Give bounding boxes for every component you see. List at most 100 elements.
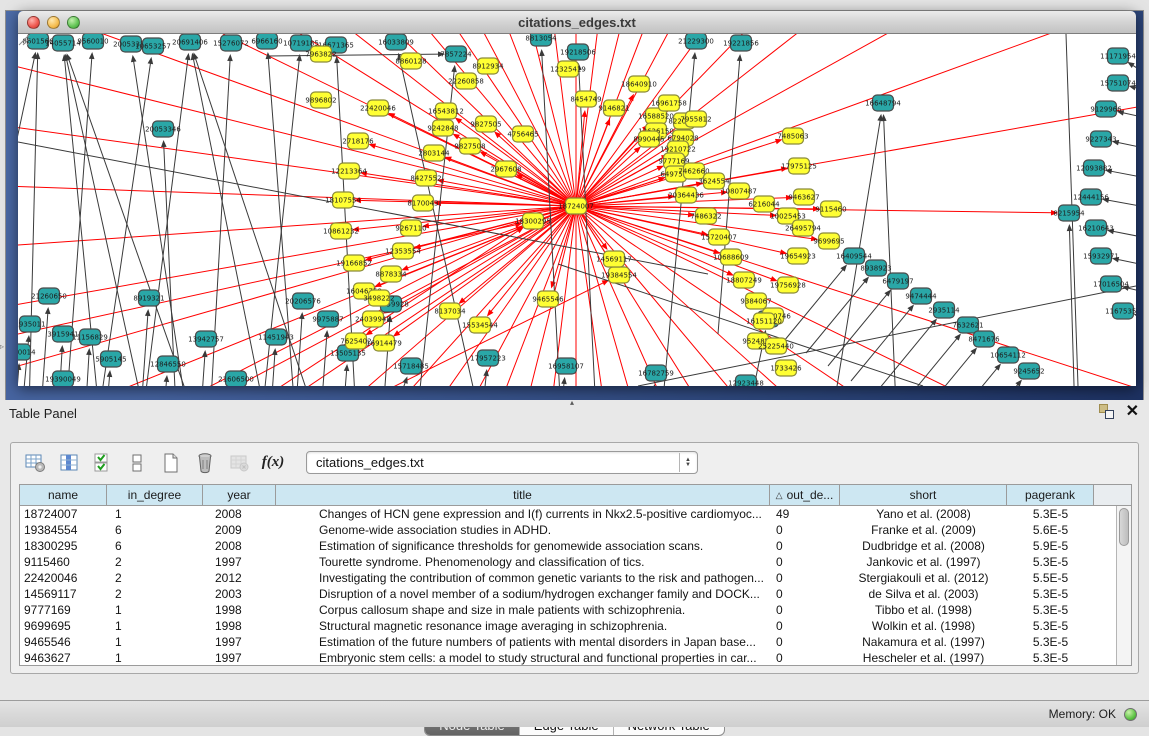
graph-node[interactable]: 17016504: [1093, 276, 1129, 292]
column-header-out_degree[interactable]: △out_de...: [770, 485, 840, 505]
graph-node[interactable]: 19654923: [780, 248, 816, 264]
table-row[interactable]: 2242004622012Investigating the contribut…: [20, 570, 1131, 586]
graph-node[interactable]: 17975125: [781, 158, 817, 174]
graph-node[interactable]: 8912934: [472, 58, 504, 74]
graph-node[interactable]: 9384067: [740, 293, 771, 309]
network-window[interactable]: citations_edges.txt 86015661405571495600…: [18, 11, 1136, 386]
column-header-year[interactable]: year: [203, 485, 276, 505]
graph-node[interactable]: 10688609: [713, 249, 749, 265]
graph-node[interactable]: 8813054: [525, 34, 557, 46]
network-canvas[interactable]: 8601566140557149560010200533171065325720…: [18, 34, 1136, 386]
column-header-short[interactable]: short: [840, 485, 1007, 505]
delete-table-button[interactable]: [224, 449, 254, 477]
table-mode-button[interactable]: [20, 449, 50, 477]
graph-node[interactable]: 9227343: [1085, 131, 1116, 147]
graph-node[interactable]: 21606500: [218, 371, 254, 386]
graph-node[interactable]: 9560010: [77, 34, 108, 49]
graph-node[interactable]: 8170043: [407, 195, 438, 211]
table-row[interactable]: 911546021997Tourette syndrome. Phenomeno…: [20, 554, 1131, 570]
graph-node[interactable]: 18107554: [325, 192, 361, 208]
graph-node[interactable]: 1935011: [18, 316, 46, 332]
new-column-button[interactable]: [156, 449, 186, 477]
graph-node[interactable]: 24039948: [355, 311, 391, 327]
delete-columns-button[interactable]: [190, 449, 220, 477]
graph-node[interactable]: 19390049: [45, 371, 81, 386]
graph-node[interactable]: 11171954: [1100, 48, 1136, 64]
table-row[interactable]: 969969511998Structural magnetic resonanc…: [20, 618, 1131, 634]
graph-node[interactable]: 20206576: [285, 293, 321, 309]
graph-node[interactable]: 8215954: [1053, 205, 1085, 221]
graph-node[interactable]: 8938923: [860, 260, 891, 276]
graph-node[interactable]: 2718176: [342, 133, 374, 149]
graph-node[interactable]: 7485063: [777, 128, 808, 144]
graph-node[interactable]: 12444156: [1073, 189, 1109, 205]
graph-node[interactable]: 9245652: [1013, 363, 1044, 379]
graph-node[interactable]: 21229300: [678, 34, 714, 49]
graph-node[interactable]: 15534544: [462, 317, 498, 333]
graph-node[interactable]: 15751074: [1100, 75, 1136, 91]
graph-node[interactable]: 16210643: [1078, 220, 1114, 236]
graph-node[interactable]: 13942757: [188, 331, 224, 347]
rows-button[interactable]: [122, 449, 152, 477]
close-window-icon[interactable]: [27, 16, 40, 29]
graph-node[interactable]: 9975887: [312, 311, 343, 327]
resize-grip-icon[interactable]: [18, 34, 30, 46]
column-header-in_degree[interactable]: in_degree: [107, 485, 203, 505]
graph-node[interactable]: 12093882: [1076, 160, 1112, 176]
graph-node[interactable]: 15932971: [1083, 248, 1119, 264]
graph-node[interactable]: 16782759: [638, 365, 674, 381]
table-row[interactable]: 1830029562008Estimation of significance …: [20, 538, 1131, 554]
graph-node[interactable]: 9242848: [427, 120, 458, 136]
graph-node[interactable]: 2935114: [928, 302, 960, 318]
graph-node[interactable]: 1733426: [770, 360, 802, 376]
graph-node[interactable]: 20364436: [668, 187, 704, 203]
table-row[interactable]: 946554611997Estimation of the future num…: [20, 634, 1131, 650]
table-scrollbar[interactable]: [1116, 506, 1131, 665]
graph-node[interactable]: 5905145: [95, 351, 126, 367]
memory-status-icon[interactable]: [1124, 708, 1137, 721]
network-window-titlebar[interactable]: citations_edges.txt: [18, 11, 1136, 34]
table-select-dropdown[interactable]: citations_edges.txt ▲▼: [306, 451, 698, 474]
table-row[interactable]: 1872400712008Changes of HCN gene express…: [20, 506, 1131, 522]
column-header-title[interactable]: title: [276, 485, 770, 505]
graph-node[interactable]: 7486322: [690, 208, 721, 224]
zoom-window-icon[interactable]: [67, 16, 80, 29]
graph-node[interactable]: 6966160: [251, 34, 282, 49]
show-columns-button[interactable]: [54, 449, 84, 477]
graph-node[interactable]: 9115460: [815, 201, 846, 217]
graph-node[interactable]: 6479197: [882, 273, 913, 289]
graph-node[interactable]: 9699695: [813, 233, 844, 249]
graph-node[interactable]: 11675350: [1105, 303, 1136, 319]
graph-node[interactable]: 8919321: [133, 290, 164, 306]
graph-node[interactable]: 12213364: [331, 163, 367, 179]
scrollbar-thumb[interactable]: [1119, 508, 1129, 546]
graph-node[interactable]: 7857224: [440, 46, 472, 62]
column-header-name[interactable]: name: [20, 485, 107, 505]
table-row[interactable]: 946362711997Embryonic stem cells: a mode…: [20, 650, 1131, 666]
graph-node[interactable]: 12325419: [550, 61, 586, 77]
graph-node[interactable]: 18640910: [621, 76, 657, 92]
graph-node[interactable]: 20053346: [145, 121, 181, 137]
float-panel-icon[interactable]: [1099, 404, 1114, 419]
graph-node[interactable]: 15276072: [213, 35, 249, 51]
table-row[interactable]: 1938455462009Genome-wide association stu…: [20, 522, 1131, 538]
graph-node[interactable]: 4756465: [507, 126, 538, 142]
graph-node[interactable]: 9463627: [788, 189, 819, 205]
column-header-pagerank[interactable]: pagerank: [1007, 485, 1094, 505]
graph-node[interactable]: 12353554: [385, 243, 421, 259]
graph-node[interactable]: 16958107: [548, 358, 584, 374]
table-row[interactable]: 1456911722003Disruption of a novel membe…: [20, 586, 1131, 602]
graph-node[interactable]: 8878334: [375, 266, 407, 282]
graph-node[interactable]: 10654112: [990, 347, 1026, 363]
minimize-window-icon[interactable]: [47, 16, 60, 29]
graph-node[interactable]: 12923448: [728, 375, 764, 386]
sidebar-collapse-icon[interactable]: ▹: [0, 342, 4, 351]
graph-node[interactable]: 9474444: [905, 288, 937, 304]
graph-node[interactable]: 9827508: [454, 138, 485, 154]
graph-node[interactable]: 8310014: [18, 344, 36, 360]
graph-node[interactable]: 20691406: [172, 34, 208, 50]
graph-node[interactable]: 10861232: [323, 223, 359, 239]
function-builder-button[interactable]: f(x): [258, 449, 288, 477]
graph-node[interactable]: 16033809: [378, 34, 414, 50]
graph-node[interactable]: 8454749: [570, 91, 601, 107]
